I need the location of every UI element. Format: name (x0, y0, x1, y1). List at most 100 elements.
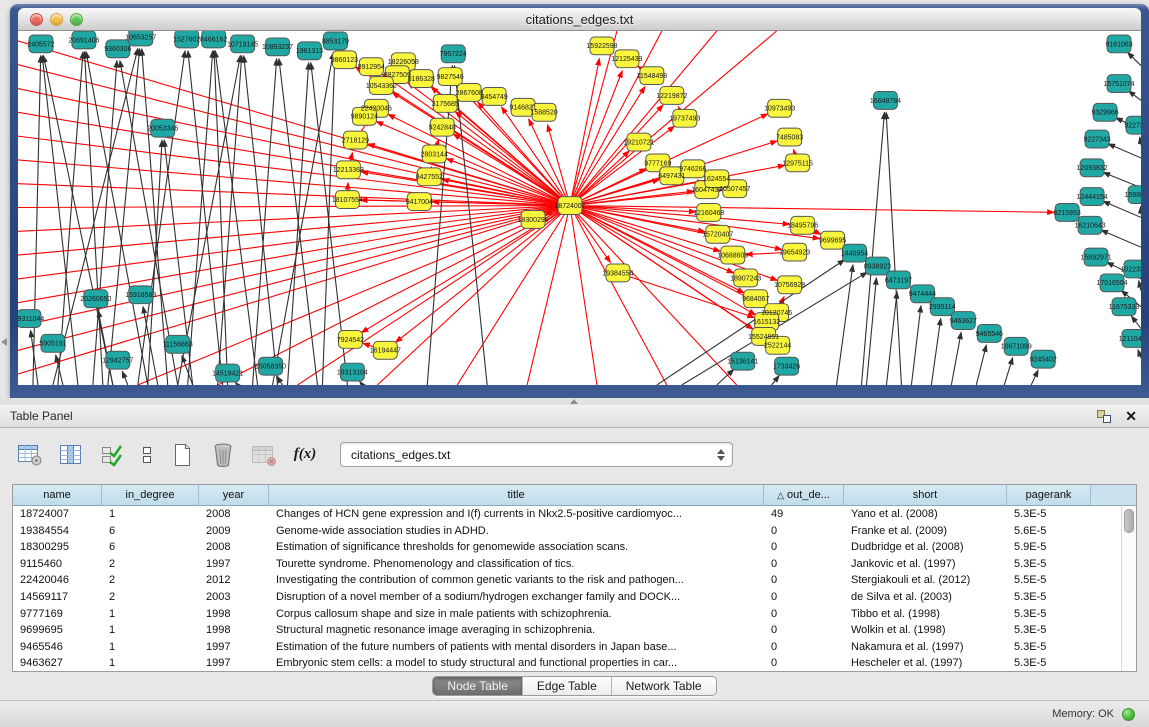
row-height-icon[interactable] (139, 441, 155, 469)
table-cell[interactable]: 5.6E-5 (1007, 523, 1091, 540)
table-cell[interactable]: 6 (102, 523, 199, 540)
table-cell[interactable]: 1 (102, 639, 199, 656)
network-table-select[interactable]: citations_edges.txt (340, 442, 733, 467)
select-rows-icon[interactable] (98, 441, 126, 469)
table-cell[interactable]: 5.3E-5 (1007, 606, 1091, 623)
table-cell[interactable]: 49 (764, 506, 844, 523)
table-cell[interactable]: 0 (764, 539, 844, 556)
table-cell[interactable]: 0 (764, 572, 844, 589)
table-cell[interactable]: 1998 (199, 606, 269, 623)
table-cell[interactable]: 5.3E-5 (1007, 639, 1091, 656)
column-header-title[interactable]: title (269, 485, 764, 505)
table-row[interactable]: 1830029562008Estimation of significance … (13, 539, 1121, 556)
table-row[interactable]: 946362711997Embryonic stem cells: a mode… (13, 655, 1121, 671)
splitter-grip-icon[interactable] (570, 399, 578, 404)
table-cell[interactable]: Estimation of the future numbers of pati… (269, 639, 764, 656)
table-cell[interactable]: 9777169 (13, 606, 102, 623)
network-graph[interactable]: 1872400718300295193845549860123891295418… (18, 31, 1141, 385)
table-cell[interactable]: 2 (102, 572, 199, 589)
tab-edge-table[interactable]: Edge Table (522, 677, 611, 695)
table-cell[interactable]: 5.3E-5 (1007, 506, 1091, 523)
network-canvas[interactable]: 1872400718300295193845549860123891295418… (18, 31, 1141, 385)
column-header-indegree[interactable]: in_degree (102, 485, 199, 505)
vertical-scrollbar[interactable] (1121, 506, 1136, 671)
table-cell[interactable]: 5.3E-5 (1007, 556, 1091, 573)
table-cell[interactable]: 2008 (199, 506, 269, 523)
table-cell[interactable]: Franke et al. (2009) (844, 523, 1007, 540)
memory-ok-indicator-icon[interactable] (1122, 708, 1135, 721)
table-cell[interactable]: Structural magnetic resonance image aver… (269, 622, 764, 639)
table-row[interactable]: 1872400712008Changes of HCN gene express… (13, 506, 1121, 523)
tab-network-table[interactable]: Network Table (611, 677, 716, 695)
table-cell[interactable]: Tibbo et al. (1998) (844, 606, 1007, 623)
table-cell[interactable]: 2009 (199, 523, 269, 540)
table-cell[interactable]: Tourette syndrome. Phenomenology and cla… (269, 556, 764, 573)
table-cell[interactable]: 0 (764, 556, 844, 573)
table-cell[interactable]: Jankovic et al. (1997) (844, 556, 1007, 573)
table-cell[interactable]: 2 (102, 556, 199, 573)
table-cell[interactable]: Stergiakouli et al. (2012) (844, 572, 1007, 589)
column-header-outde[interactable]: △out_de... (764, 485, 844, 505)
table-cell[interactable]: 18724007 (13, 506, 102, 523)
panel-splitter[interactable] (0, 398, 1149, 405)
table-cell[interactable]: Investigating the contribution of common… (269, 572, 764, 589)
table-cell[interactable]: Wolkin et al. (1998) (844, 622, 1007, 639)
column-header-pagerank[interactable]: pagerank (1007, 485, 1091, 505)
table-cell[interactable]: 18300295 (13, 539, 102, 556)
table-settings-icon[interactable] (16, 441, 44, 469)
table-cell[interactable]: 22420046 (13, 572, 102, 589)
table-cell[interactable]: Changes of HCN gene expression and I(f) … (269, 506, 764, 523)
table-cell[interactable]: 1998 (199, 622, 269, 639)
table-cell[interactable]: 9463627 (13, 655, 102, 671)
table-row[interactable]: 969969511998Structural magnetic resonanc… (13, 622, 1121, 639)
table-cell[interactable]: 5.3E-5 (1007, 622, 1091, 639)
table-cell[interactable]: de Silva et al. (2003) (844, 589, 1007, 606)
tab-node-table[interactable]: Node Table (433, 677, 522, 695)
table-row[interactable]: 911546021997Tourette syndrome. Phenomeno… (13, 556, 1121, 573)
table-cell[interactable]: Nakamura et al. (1997) (844, 639, 1007, 656)
table-cell[interactable]: 2003 (199, 589, 269, 606)
column-header-year[interactable]: year (199, 485, 269, 505)
table-cell[interactable]: 0 (764, 622, 844, 639)
table-cell[interactable]: 9115460 (13, 556, 102, 573)
table-cell[interactable]: 1997 (199, 639, 269, 656)
table-cell[interactable]: Embryonic stem cells: a model to study s… (269, 655, 764, 671)
table-cell[interactable]: 5.3E-5 (1007, 655, 1091, 671)
collapsed-panel-arrow-icon[interactable] (1, 338, 7, 346)
table-cell[interactable]: 2 (102, 589, 199, 606)
select-columns-icon[interactable] (57, 441, 85, 469)
table-row[interactable]: 2242004622012Investigating the contribut… (13, 572, 1121, 589)
delete-table-icon[interactable] (250, 441, 278, 469)
table-cell[interactable]: 1 (102, 506, 199, 523)
table-cell[interactable]: Genome-wide association studies in ADHD. (269, 523, 764, 540)
table-cell[interactable]: Corpus callosum shape and size in male p… (269, 606, 764, 623)
table-cell[interactable]: 1 (102, 622, 199, 639)
table-cell[interactable]: 19384554 (13, 523, 102, 540)
table-cell[interactable]: 0 (764, 639, 844, 656)
table-cell[interactable]: 14569117 (13, 589, 102, 606)
table-cell[interactable]: 1 (102, 606, 199, 623)
table-cell[interactable]: Dudbridge et al. (2008) (844, 539, 1007, 556)
column-header-short[interactable]: short (844, 485, 1007, 505)
table-cell[interactable]: Disruption of a novel member of a sodium… (269, 589, 764, 606)
table-cell[interactable]: 5.9E-5 (1007, 539, 1091, 556)
table-cell[interactable]: 1997 (199, 556, 269, 573)
table-cell[interactable]: 0 (764, 655, 844, 671)
formula-icon[interactable]: f(x) (291, 441, 319, 469)
table-cell[interactable]: 1 (102, 655, 199, 671)
table-cell[interactable]: 0 (764, 589, 844, 606)
close-panel-icon[interactable]: ✕ (1125, 409, 1137, 423)
table-row[interactable]: 1456911722003Disruption of a novel membe… (13, 589, 1121, 606)
table-cell[interactable]: 5.5E-5 (1007, 572, 1091, 589)
window-titlebar[interactable]: citations_edges.txt (18, 8, 1141, 31)
table-cell[interactable]: 2012 (199, 572, 269, 589)
table-cell[interactable]: 2008 (199, 539, 269, 556)
float-panel-icon[interactable] (1097, 410, 1111, 423)
table-cell[interactable]: Estimation of significance thresholds fo… (269, 539, 764, 556)
table-cell[interactable]: 9465546 (13, 639, 102, 656)
table-cell[interactable]: 5.3E-5 (1007, 589, 1091, 606)
table-cell[interactable]: Hescheler et al. (1997) (844, 655, 1007, 671)
table-cell[interactable]: 0 (764, 523, 844, 540)
table-cell[interactable]: Yano et al. (2008) (844, 506, 1007, 523)
table-cell[interactable]: 6 (102, 539, 199, 556)
